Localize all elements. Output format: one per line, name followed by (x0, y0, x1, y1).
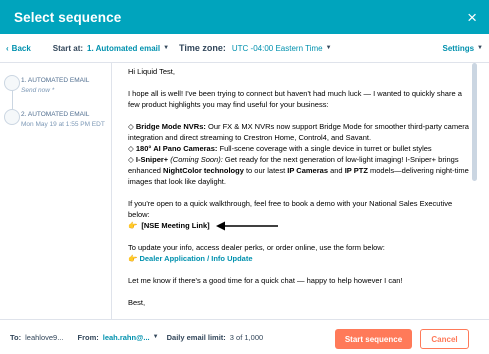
dealer-application-link[interactable]: Dealer Application / Info Update (139, 254, 252, 263)
step-title: 2. AUTOMATED EMAIL (21, 111, 90, 118)
back-button[interactable]: ‹ Back (6, 44, 31, 53)
caret-down-icon: ▼ (325, 45, 332, 51)
back-label: Back (11, 43, 31, 53)
step-title: 1. AUTOMATED EMAIL (21, 77, 90, 84)
arrow-left-icon (215, 221, 278, 230)
from-sender-dropdown[interactable]: leah.rahn@... ▼ (103, 333, 159, 342)
sequence-steps-sidebar: 1. AUTOMATED EMAIL Send now * 2. AUTOMAT… (0, 63, 112, 319)
step-marker-icon (4, 75, 20, 91)
update-text: To update your info, access dealer perks… (128, 243, 385, 252)
modal-header: Select sequence × (0, 0, 489, 34)
email-scrollbar[interactable] (470, 63, 479, 319)
highlight-title: I-Sniper+ (135, 155, 169, 164)
close-icon[interactable]: × (467, 9, 477, 26)
to-label: To: (10, 332, 22, 342)
modal-footer: To: leahlove9... From: leah.rahn@... ▼ D… (0, 319, 489, 354)
toolbar: ‹ Back Start at: 1. Automated email ▼ Ti… (0, 34, 489, 63)
step-marker-icon (4, 109, 20, 125)
start-sequence-button[interactable]: Start sequence (335, 329, 412, 349)
highlight-text: to our latest (245, 166, 286, 175)
scrollbar-thumb[interactable] (472, 63, 477, 181)
highlight-bold: IP Cameras (287, 166, 328, 175)
time-zone-value: UTC -04:00 Eastern Time (231, 43, 323, 53)
highlight-coming-soon: (Coming Soon): (170, 155, 223, 164)
start-at-dropdown[interactable]: 1. Automated email ▼ (87, 44, 169, 53)
dealer-link-line: 👉 Dealer Application / Info Update (128, 253, 470, 264)
caret-down-icon: ▼ (163, 45, 170, 51)
cancel-button[interactable]: Cancel (420, 329, 469, 349)
highlight-title: 180° AI Pano Cameras: (135, 144, 218, 153)
start-at-label: Start at: (52, 43, 84, 53)
nse-meeting-link[interactable]: [NSE Meeting Link] (141, 220, 209, 231)
highlight-bold: NightColor technology (163, 166, 244, 175)
settings-label: Settings (442, 43, 475, 53)
modal-title: Select sequence (14, 9, 122, 25)
start-at-value: 1. Automated email (87, 43, 161, 53)
highlight-text: and (330, 166, 343, 175)
highlight-bridge-mode: ◇ Bridge Mode NVRs: Our FX & MX NVRs now… (128, 121, 470, 143)
time-zone-dropdown[interactable]: UTC -04:00 Eastern Time ▼ (232, 44, 332, 53)
email-closing: Let me know if there's a good time for a… (128, 276, 403, 285)
time-zone-label: Time zone: (179, 43, 226, 53)
chevron-left-icon: ‹ (6, 43, 9, 53)
step-subtitle: Mon May 19 at 1:55 PM EDT (21, 121, 105, 128)
from-label: From: (77, 332, 99, 342)
email-signoff: Best, (128, 298, 146, 307)
caret-down-icon: ▼ (152, 334, 159, 340)
from-sender-value: leah.rahn@... (102, 332, 150, 342)
pointing-hand-icon: 👉 (128, 254, 138, 263)
settings-dropdown[interactable]: Settings ▼ (442, 44, 483, 53)
to-recipient: leahlove9... (25, 332, 64, 342)
highlight-bold: IP PTZ (344, 166, 368, 175)
diamond-icon: ◇ (128, 122, 134, 131)
email-intro: I hope all is well! I've been trying to … (128, 89, 462, 109)
email-greeting: Hi Liquid Test, (128, 67, 175, 76)
diamond-icon: ◇ (128, 155, 134, 164)
walkthrough-text: If you're open to a quick walkthrough, f… (128, 199, 453, 219)
diamond-icon: ◇ (128, 144, 134, 153)
highlight-pano: ◇ 180° AI Pano Cameras: Full-scene cover… (128, 143, 470, 154)
daily-limit-label: Daily email limit: (166, 332, 226, 342)
step-subtitle: Send now * (21, 87, 55, 94)
pointing-hand-icon: 👉 (128, 221, 138, 230)
email-body[interactable]: Hi Liquid Test, I hope all is well! I've… (128, 66, 470, 319)
highlight-title: Bridge Mode NVRs: (135, 122, 206, 131)
highlight-isniper: ◇ I-Sniper+ (Coming Soon): Get ready for… (128, 154, 470, 187)
nse-link-line: 👉 [NSE Meeting Link] (128, 220, 470, 231)
daily-limit-value: 3 of 1,000 (229, 332, 264, 342)
caret-down-icon: ▼ (477, 45, 483, 51)
highlight-text: Full-scene coverage with a single device… (219, 144, 432, 153)
